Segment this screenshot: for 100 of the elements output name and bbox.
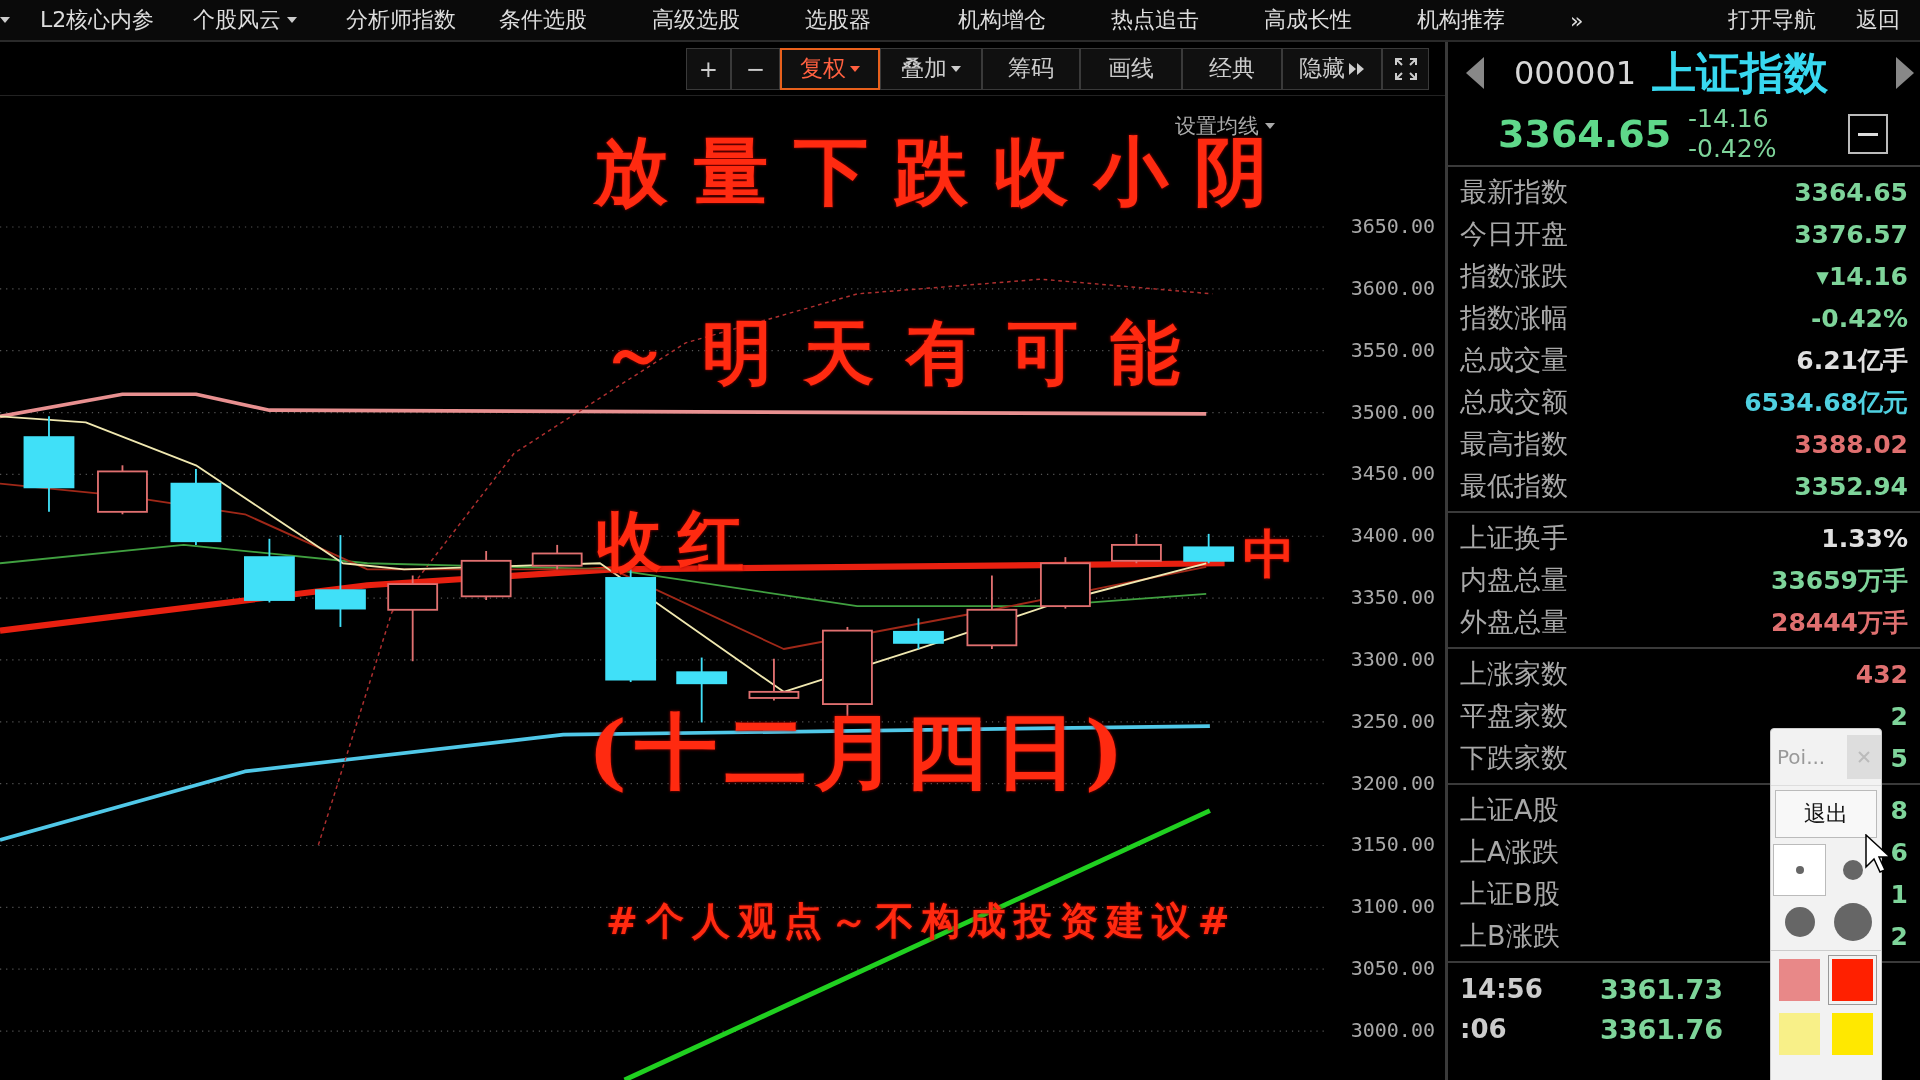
menu-item[interactable]: » bbox=[1570, 7, 1723, 33]
quote-label: 指数涨跌 bbox=[1460, 259, 1568, 293]
axis-label: 3500.00 bbox=[1349, 398, 1436, 426]
candlestick bbox=[244, 537, 295, 604]
quote-value: 2 bbox=[1890, 921, 1908, 951]
quote-label: 今日开盘 bbox=[1460, 217, 1568, 251]
candlestick bbox=[97, 464, 148, 516]
toolbar-button[interactable]: − bbox=[731, 47, 780, 90]
current-price: 3364.65 bbox=[1498, 112, 1673, 156]
candlestick bbox=[531, 544, 583, 571]
menu-item[interactable]: 机构增仓 bbox=[958, 5, 1111, 35]
tick-price: 3361.76 bbox=[1600, 1013, 1723, 1045]
quote-value: 28444万手 bbox=[1771, 606, 1908, 639]
toolbar-button[interactable]: 隐藏 bbox=[1282, 47, 1382, 90]
quote-value: 1.33% bbox=[1821, 523, 1908, 553]
stock-code: 000001 bbox=[1514, 54, 1637, 92]
quote-value: 3352.94 bbox=[1794, 471, 1908, 501]
collapse-button[interactable] bbox=[1848, 114, 1888, 154]
axis-label: 3300.00 bbox=[1349, 645, 1436, 673]
axis-label: 3400.00 bbox=[1349, 522, 1436, 550]
quote-value: -0.42% bbox=[1810, 303, 1908, 333]
toolbar-button[interactable]: 叠加 bbox=[880, 47, 982, 90]
axis-label: 3200.00 bbox=[1349, 769, 1436, 797]
quote-label: 指数涨幅 bbox=[1460, 301, 1568, 335]
axis-label: 3050.00 bbox=[1349, 955, 1436, 983]
quote-label: 平盘家数 bbox=[1460, 699, 1568, 733]
toolbar-button[interactable]: + bbox=[686, 47, 731, 90]
menu-item[interactable]: 高级选股 bbox=[652, 5, 805, 35]
fullscreen-icon bbox=[1393, 56, 1418, 81]
menu-item[interactable]: 条件选股 bbox=[499, 5, 652, 35]
menu-item[interactable]: L2核心内参 bbox=[40, 5, 193, 35]
quote-value: 8 bbox=[1890, 795, 1908, 825]
axis-label: 3150.00 bbox=[1349, 831, 1436, 859]
toolbar-button[interactable]: 画线 bbox=[1080, 47, 1182, 90]
candlestick bbox=[893, 617, 944, 650]
quote-value: 432 bbox=[1855, 659, 1908, 689]
quote-value: 3364.65 bbox=[1794, 177, 1908, 207]
axis-label: 3550.00 bbox=[1349, 336, 1436, 364]
handwritten-note: 收红 bbox=[596, 508, 760, 574]
panel-title: Poi... bbox=[1777, 745, 1826, 769]
handwritten-note: 中 bbox=[1243, 528, 1295, 580]
quote-value: 33659万手 bbox=[1771, 564, 1908, 597]
menu-item[interactable]: 分析师指数 bbox=[346, 5, 499, 35]
axis-label: 3350.00 bbox=[1349, 584, 1436, 612]
toolbar-button[interactable]: 复权 bbox=[780, 47, 880, 90]
quote-label: 下跌家数 bbox=[1460, 741, 1568, 775]
close-icon bbox=[1858, 751, 1870, 763]
quote-label: 上B涨跌 bbox=[1460, 919, 1560, 953]
quote-value: 1 bbox=[1890, 879, 1908, 909]
quote-label: 上证A股 bbox=[1460, 793, 1560, 827]
quote-label: 最高指数 bbox=[1460, 427, 1568, 461]
menu-item[interactable]: 高成长性 bbox=[1264, 5, 1417, 35]
quote-label: 最新指数 bbox=[1460, 175, 1568, 209]
axis-label: 3100.00 bbox=[1349, 893, 1436, 921]
quote-label: 内盘总量 bbox=[1460, 563, 1568, 597]
tick-price: 3361.73 bbox=[1600, 973, 1723, 1005]
percent-change: -0.42% bbox=[1688, 134, 1778, 164]
menu-item[interactable]: 机构推荐 bbox=[1417, 5, 1570, 35]
quote-label: 总成交额 bbox=[1460, 385, 1568, 419]
menu-item[interactable]: 热点追击 bbox=[1111, 5, 1264, 35]
nav-button[interactable]: 返回 bbox=[1856, 5, 1900, 35]
index-name: 上证指数 bbox=[1652, 45, 1830, 100]
axis-label: 3450.00 bbox=[1349, 460, 1436, 488]
toolbar-button[interactable]: 筹码 bbox=[982, 47, 1080, 90]
quote-value: 5 bbox=[1890, 743, 1908, 773]
candlestick bbox=[1183, 532, 1235, 565]
toolbar-button[interactable]: 经典 bbox=[1182, 47, 1282, 90]
quote-label: 上证B股 bbox=[1460, 877, 1560, 911]
previous-arrow-icon[interactable] bbox=[1466, 57, 1484, 89]
exit-button[interactable]: 退出 bbox=[1775, 790, 1877, 838]
quote-value: 6 bbox=[1890, 837, 1908, 867]
axis-label: 3250.00 bbox=[1349, 707, 1436, 735]
tick-time: 14:56 bbox=[1460, 974, 1544, 1004]
menu-item[interactable]: 选股器 bbox=[805, 5, 958, 35]
quote-value: 2 bbox=[1890, 701, 1908, 731]
fullscreen-button[interactable] bbox=[1382, 47, 1429, 90]
tick-time: :06 bbox=[1460, 1014, 1508, 1044]
quote-label: 外盘总量 bbox=[1460, 605, 1568, 639]
color-swatch[interactable] bbox=[1828, 955, 1877, 1005]
candlestick bbox=[460, 550, 512, 601]
next-arrow-icon[interactable] bbox=[1896, 57, 1914, 89]
quote-label: 上A涨跌 bbox=[1460, 835, 1560, 869]
quote-value: 6.21亿手 bbox=[1796, 344, 1908, 377]
quote-label: 上涨家数 bbox=[1460, 657, 1568, 691]
mouse-pointer-icon bbox=[1865, 834, 1891, 874]
price-change: -14.16 bbox=[1688, 104, 1770, 134]
caret-icon bbox=[1265, 122, 1275, 130]
quote-label: 上证换手 bbox=[1460, 521, 1568, 555]
quote-label: 最低指数 bbox=[1460, 469, 1568, 503]
nav-button[interactable]: 打开导航 bbox=[1728, 5, 1816, 35]
quote-value: 3388.02 bbox=[1794, 429, 1908, 459]
quote-value: 6534.68亿元 bbox=[1744, 386, 1908, 419]
axis-label: 3650.00 bbox=[1349, 213, 1436, 240]
quote-label: 总成交量 bbox=[1460, 343, 1568, 377]
caret-icon bbox=[0, 16, 10, 24]
candlestick bbox=[1040, 556, 1091, 610]
menu-item[interactable]: 个股风云 bbox=[193, 5, 346, 35]
handwritten-note: ～明天有可能 bbox=[600, 318, 1212, 388]
quote-value: 3376.57 bbox=[1794, 219, 1908, 249]
candlestick bbox=[1111, 532, 1162, 565]
